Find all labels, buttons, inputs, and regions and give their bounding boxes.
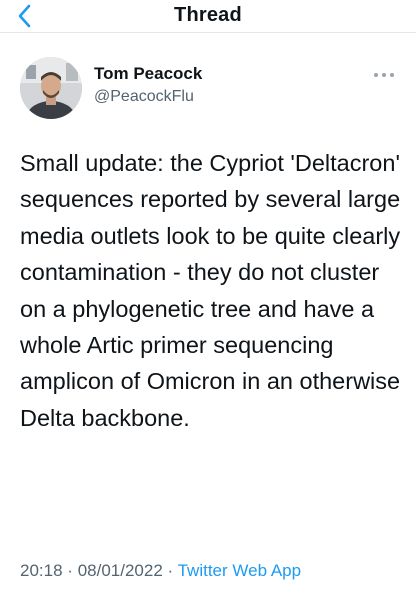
avatar[interactable] xyxy=(20,57,82,119)
profile-photo xyxy=(20,57,82,119)
author-name[interactable]: Tom Peacock xyxy=(94,64,202,84)
tweet-source-link[interactable]: Twitter Web App xyxy=(178,561,301,580)
meta-separator: · xyxy=(67,561,73,580)
author-handle: @PeacockFlu xyxy=(94,88,194,105)
tweet-date: 08/01/2022 xyxy=(77,561,163,580)
more-horizontal-icon xyxy=(374,73,394,77)
more-options-button[interactable] xyxy=(372,68,396,82)
meta-separator: · xyxy=(167,561,174,580)
tweet-meta: 20:18 · 08/01/2022 · Twitter Web App xyxy=(20,561,301,581)
tweet-time: 20:18 xyxy=(20,561,63,580)
tweet-text: Small update: the Cypriot 'Deltacron' se… xyxy=(20,150,401,431)
page-title: Thread xyxy=(174,4,242,26)
top-bar: Thread xyxy=(0,0,416,33)
